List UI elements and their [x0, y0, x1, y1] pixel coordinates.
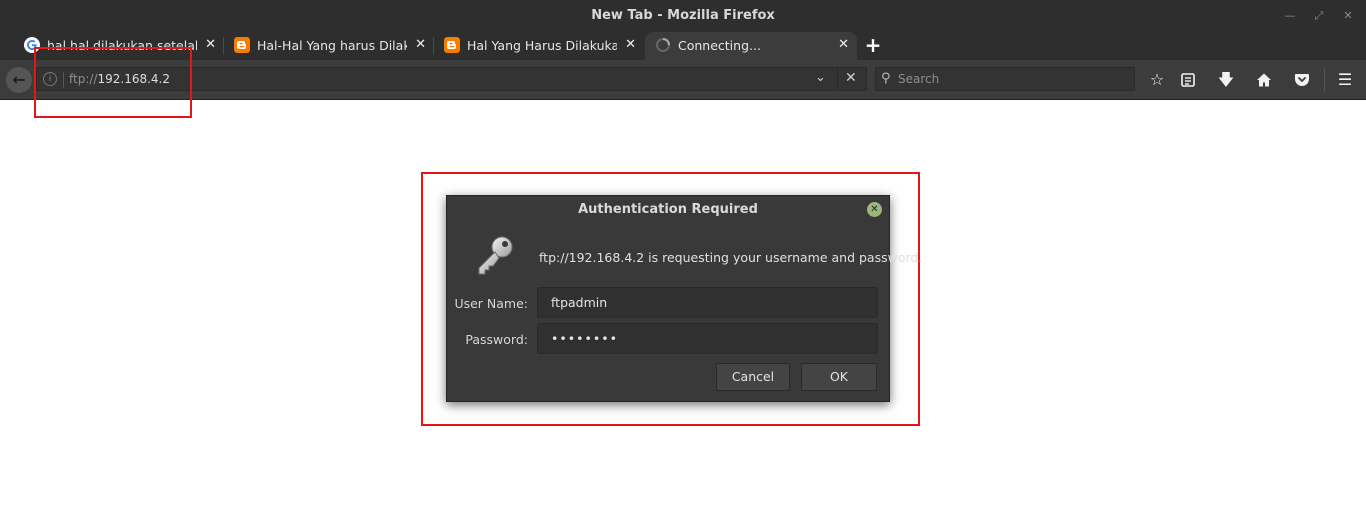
bookmark-star-icon[interactable]: ☆: [1146, 69, 1168, 91]
new-tab-button[interactable]: +: [862, 34, 884, 56]
window-title: New Tab - Mozilla Firefox: [591, 8, 775, 23]
password-label: Password:: [465, 332, 528, 347]
tab-blogger-1[interactable]: Hal-Hal Yang harus Dilak... ✕: [224, 32, 434, 60]
dialog-message: ftp://192.168.4.2 is requesting your use…: [539, 250, 923, 265]
tab-label: Connecting...: [678, 38, 761, 53]
download-icon[interactable]: 🡇: [1215, 69, 1237, 91]
pocket-icon[interactable]: [1291, 69, 1313, 91]
window-titlebar: New Tab - Mozilla Firefox — ⤢ ✕: [0, 0, 1366, 32]
loading-icon: [656, 38, 670, 52]
close-tab-icon[interactable]: ✕: [205, 37, 216, 52]
close-dialog-icon[interactable]: ✕: [867, 202, 882, 217]
username-field[interactable]: [537, 287, 878, 318]
close-window-icon[interactable]: ✕: [1338, 6, 1358, 26]
navigation-toolbar: ← i ftp://192.168.4.2 ⌄ ✕ ⚲ ☆ 🡇 ☰: [0, 60, 1366, 100]
search-input[interactable]: [898, 70, 1128, 88]
stop-icon[interactable]: ✕: [845, 70, 857, 86]
hamburger-menu-icon[interactable]: ☰: [1334, 69, 1356, 91]
url-stop-separator: [837, 68, 838, 90]
close-tab-icon[interactable]: ✕: [838, 37, 849, 52]
blogger-icon: [444, 37, 460, 53]
search-icon: ⚲: [881, 71, 891, 86]
chevron-down-icon[interactable]: ⌄: [815, 70, 826, 85]
annotation-box-url: [34, 47, 192, 118]
close-tab-icon[interactable]: ✕: [625, 37, 636, 52]
tab-label: Hal-Hal Yang harus Dilak...: [257, 38, 407, 53]
ok-button[interactable]: OK: [801, 363, 877, 391]
username-label: User Name:: [454, 296, 528, 311]
minimize-icon[interactable]: —: [1280, 6, 1300, 26]
key-icon: [478, 236, 513, 275]
close-tab-icon[interactable]: ✕: [415, 37, 426, 52]
blogger-icon: [234, 37, 250, 53]
tab-blogger-2[interactable]: Hal Yang Harus Dilakuka... ✕: [434, 32, 644, 60]
password-field[interactable]: ••••••••: [537, 323, 878, 354]
cancel-button[interactable]: Cancel: [716, 363, 790, 391]
toolbar-separator: [1324, 68, 1325, 92]
arrow-left-icon: ←: [12, 70, 26, 89]
home-icon[interactable]: [1253, 69, 1275, 91]
search-bar[interactable]: ⚲: [875, 67, 1135, 91]
authentication-dialog: Authentication Required ✕ ftp://192.168.…: [446, 195, 922, 402]
maximize-icon[interactable]: ⤢: [1309, 6, 1329, 26]
tab-strip: hal hal dilakukan setelah ... ✕ Hal-Hal …: [0, 32, 1366, 60]
dialog-title: Authentication Required: [578, 202, 758, 217]
reading-list-icon[interactable]: [1177, 69, 1199, 91]
tab-connecting[interactable]: Connecting... ✕: [645, 32, 857, 60]
back-button[interactable]: ←: [6, 67, 32, 93]
tab-label: Hal Yang Harus Dilakuka...: [467, 38, 617, 53]
